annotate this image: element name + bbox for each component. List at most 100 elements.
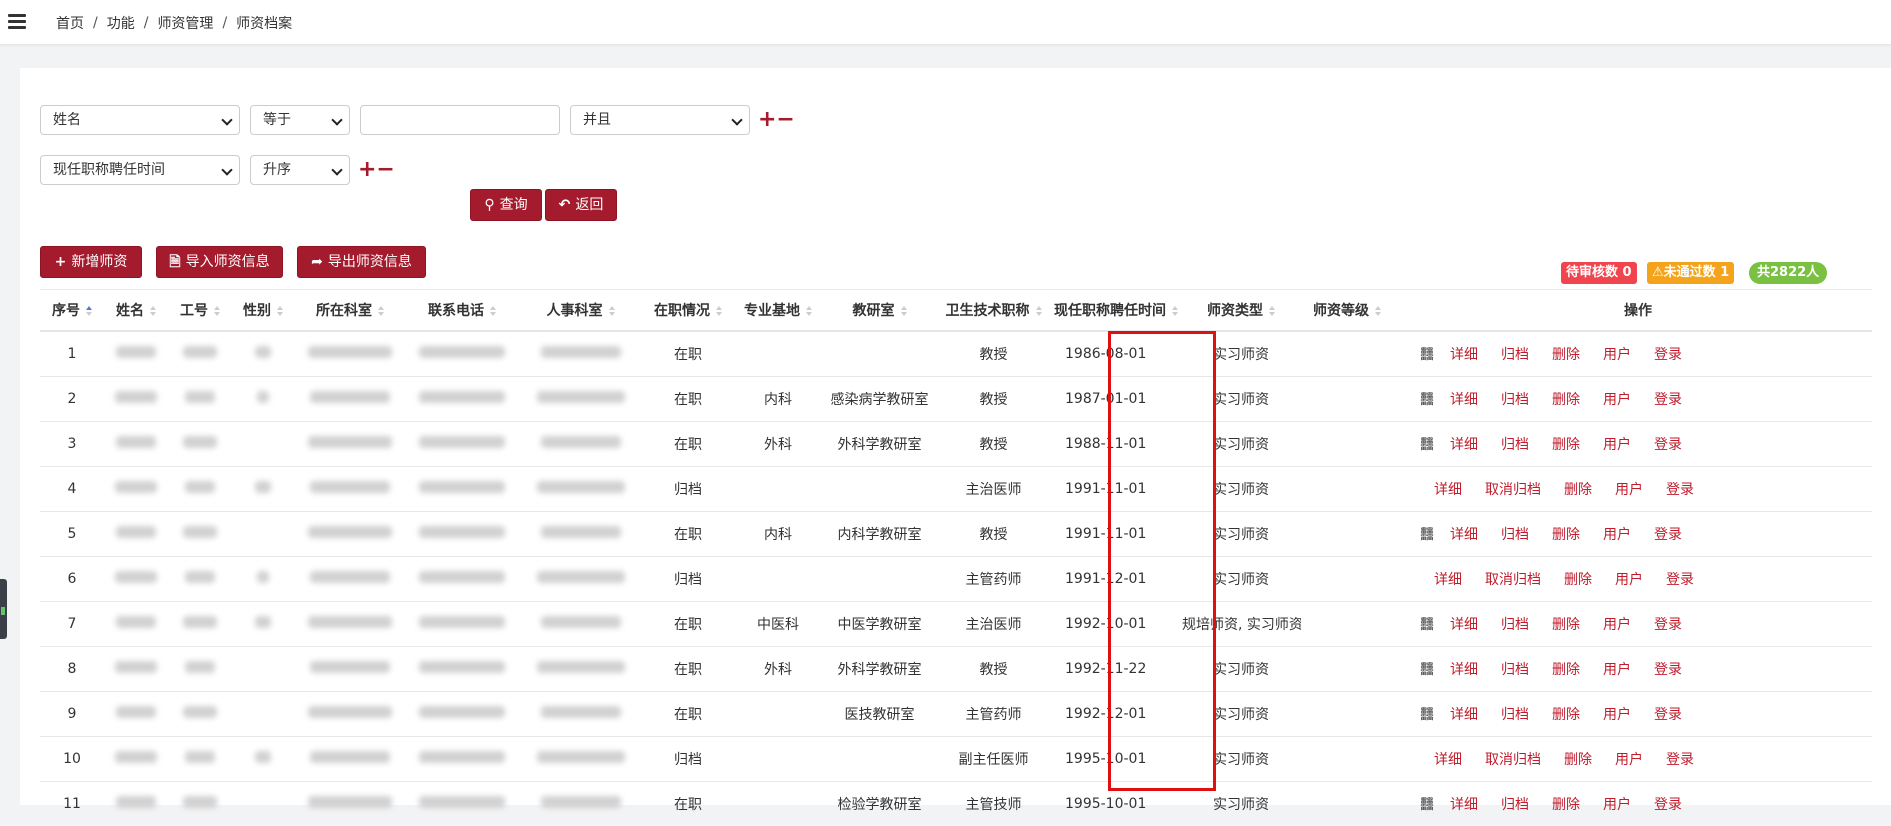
archive-link[interactable]: 归档 [1501,527,1529,543]
unarchive-link[interactable]: 取消归档 [1485,752,1541,768]
detail-link[interactable]: 详细 [1450,662,1478,678]
detail-link[interactable]: 详细 [1450,392,1478,408]
cell-appoint-date: 1995-10-01 [1051,782,1181,826]
detail-link[interactable]: 详细 [1450,437,1478,453]
add-teacher-button[interactable]: +新增师资 [40,246,142,278]
col-base[interactable]: 专业基地 [733,290,823,332]
side-drawer-handle[interactable] [0,579,7,639]
add-remove-condition-icon[interactable]: +− [758,110,795,130]
col-name[interactable]: 姓名 [104,290,168,332]
delete-link[interactable]: 删除 [1552,437,1580,453]
col-teacher-type[interactable]: 师资类型 [1181,290,1301,332]
unarchive-link[interactable]: 取消归档 [1485,482,1541,498]
col-teacher-level[interactable]: 师资等级 [1301,290,1404,332]
col-teaching-room[interactable]: 教研室 [823,290,936,332]
login-link[interactable]: 登录 [1666,752,1694,768]
detail-link[interactable]: 详细 [1434,572,1462,588]
filter-field-select[interactable]: 姓名 [40,105,240,135]
login-link[interactable]: 登录 [1654,527,1682,543]
detail-link[interactable]: 详细 [1450,797,1478,813]
delete-link[interactable]: 删除 [1564,752,1592,768]
login-link[interactable]: 登录 [1654,662,1682,678]
archive-link[interactable]: 归档 [1501,347,1529,363]
user-link[interactable]: 用户 [1603,392,1631,408]
col-phone[interactable]: 联系电话 [406,290,518,332]
delete-link[interactable]: 删除 [1564,482,1592,498]
user-link[interactable]: 用户 [1615,572,1643,588]
filter-operator-select[interactable]: 等于 [250,105,350,135]
breadcrumb-teacher-management[interactable]: 师资管理 [157,13,213,33]
cell-gender [232,737,294,782]
delete-link[interactable]: 删除 [1552,527,1580,543]
col-title[interactable]: 卫生技术职称 [936,290,1051,332]
back-button[interactable]: ↶返回 [545,189,617,221]
delete-link[interactable]: 删除 [1552,662,1580,678]
cell-base [733,782,823,826]
delete-link[interactable]: 删除 [1564,572,1592,588]
archive-link[interactable]: 归档 [1501,797,1529,813]
user-link[interactable]: 用户 [1603,797,1631,813]
detail-link[interactable]: 详细 [1450,347,1478,363]
import-teacher-button[interactable]: 🗎导入师资信息 [156,246,283,278]
login-link[interactable]: 登录 [1654,797,1682,813]
delete-link[interactable]: 删除 [1552,617,1580,633]
user-link[interactable]: 用户 [1603,707,1631,723]
delete-link[interactable]: 删除 [1552,347,1580,363]
detail-link[interactable]: 详细 [1450,527,1478,543]
filter-value-input[interactable] [360,105,560,135]
col-id[interactable]: 工号 [168,290,232,332]
login-link[interactable]: 登录 [1654,347,1682,363]
detail-link[interactable]: 详细 [1434,752,1462,768]
archive-link[interactable]: 归档 [1501,437,1529,453]
login-link[interactable]: 登录 [1666,572,1694,588]
user-link[interactable]: 用户 [1603,347,1631,363]
unarchive-link[interactable]: 取消归档 [1485,572,1541,588]
sort-field-select[interactable]: 现任职称聘任时间 [40,155,240,185]
breadcrumb-home[interactable]: 首页 [56,13,84,33]
redacted-text [115,751,157,763]
archive-link[interactable]: 归档 [1501,617,1529,633]
user-link[interactable]: 用户 [1615,482,1643,498]
chevron-down-icon [331,164,342,175]
archive-link[interactable]: 归档 [1501,392,1529,408]
delete-link[interactable]: 删除 [1552,707,1580,723]
sort-order-select[interactable]: 升序 [250,155,350,185]
col-hr-dept[interactable]: 人事科室 [518,290,643,332]
breadcrumb-function[interactable]: 功能 [107,13,135,33]
col-no[interactable]: 序号 [40,290,104,332]
query-button[interactable]: ⚲查询 [470,189,542,221]
delete-link[interactable]: 删除 [1552,797,1580,813]
add-remove-sort-icon[interactable]: +− [358,160,395,180]
filter-logic-select[interactable]: 并且 [570,105,750,135]
delete-link[interactable]: 删除 [1552,392,1580,408]
archive-link[interactable]: 归档 [1501,707,1529,723]
user-link[interactable]: 用户 [1615,752,1643,768]
redacted-text [541,526,621,538]
user-link[interactable]: 用户 [1603,527,1631,543]
plus-icon: + [55,247,67,277]
col-dept[interactable]: 所在科室 [294,290,406,332]
user-link[interactable]: 用户 [1603,617,1631,633]
login-link[interactable]: 登录 [1654,437,1682,453]
detail-link[interactable]: 详细 [1450,707,1478,723]
table-row: 4归档主治医师1991-11-01实习师资详细取消归档删除用户登录 [40,467,1872,512]
cell-actions: 详细 取消归档 删除 用户 登录 [1404,467,1872,512]
login-link[interactable]: 登录 [1666,482,1694,498]
detail-link[interactable]: 详细 [1434,482,1462,498]
login-link[interactable]: 登录 [1654,707,1682,723]
login-link[interactable]: 登录 [1654,617,1682,633]
user-link[interactable]: 用户 [1603,662,1631,678]
user-link[interactable]: 用户 [1603,437,1631,453]
export-teacher-button[interactable]: ➦导出师资信息 [297,246,426,278]
detail-link[interactable]: 详细 [1450,617,1478,633]
cell-phone [406,467,518,512]
menu-icon[interactable] [6,11,28,33]
login-link[interactable]: 登录 [1654,392,1682,408]
col-status[interactable]: 在职情况 [643,290,733,332]
archive-link[interactable]: 归档 [1501,662,1529,678]
cell-title: 主管药师 [936,692,1051,737]
redacted-text [419,346,505,358]
col-appoint-date[interactable]: 现任职称聘任时间 [1051,290,1181,332]
col-gender[interactable]: 性别 [232,290,294,332]
cell-id [168,557,232,602]
